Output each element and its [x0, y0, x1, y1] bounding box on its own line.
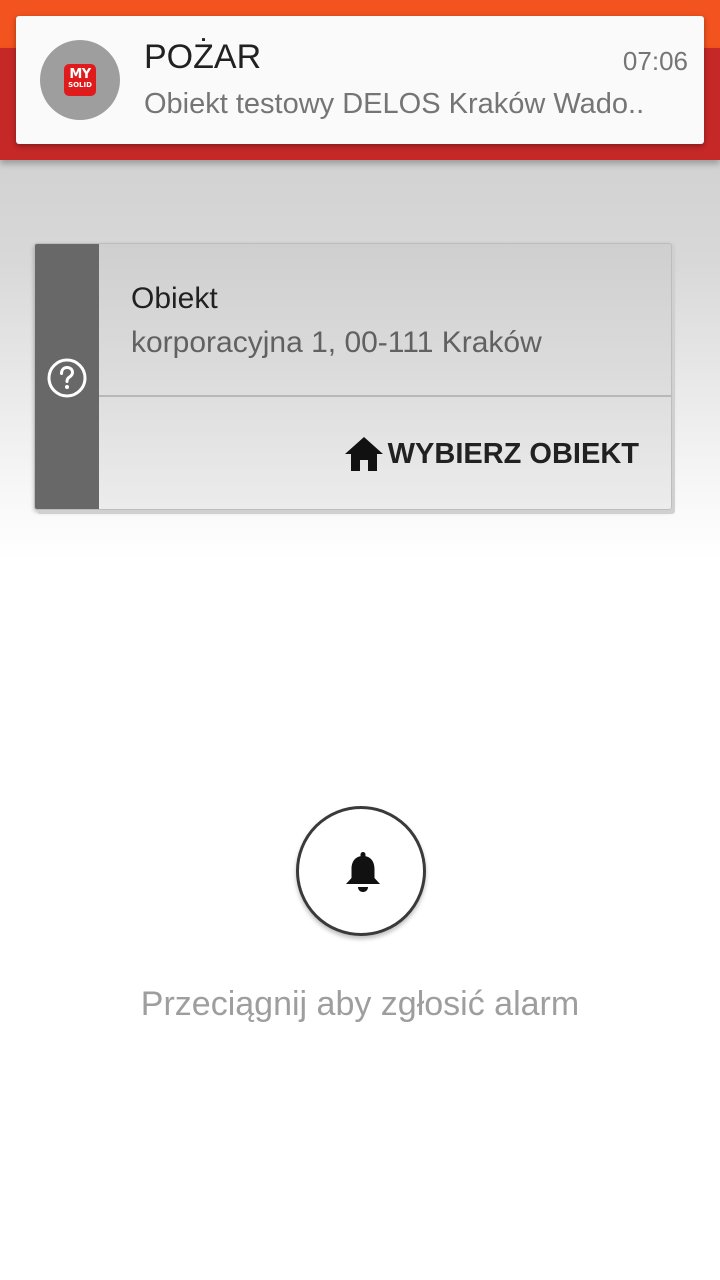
notification-app-avatar: MY SOLID: [40, 40, 120, 120]
home-icon: [344, 437, 383, 471]
notification-title: POŻAR: [144, 38, 262, 76]
alarm-slider-handle[interactable]: [296, 806, 426, 936]
card-divider: [99, 395, 671, 397]
select-object-label: WYBIERZ OBIEKT: [387, 437, 639, 470]
heads-up-notification[interactable]: MY SOLID POŻAR 07:06 Obiekt testowy DELO…: [16, 16, 704, 144]
bell-icon: [346, 852, 380, 892]
logo-text-line1: MY: [69, 67, 91, 82]
object-title: Obiekt: [131, 282, 218, 315]
screen: MY SOLID POŻAR 07:06 Obiekt testowy DELO…: [0, 0, 720, 1280]
object-card: Obiekt korporacyjna 1, 00-111 Kraków WYB…: [34, 243, 672, 510]
logo-text-line2: SOLID: [68, 81, 92, 89]
object-status-strip: [35, 244, 99, 509]
notification-text: Obiekt testowy DELOS Kraków Wado..: [144, 88, 645, 120]
notification-time: 07:06: [622, 46, 688, 76]
select-object-button[interactable]: WYBIERZ OBIEKT: [344, 434, 639, 474]
alarm-hint-text: Przeciągnij aby zgłosić alarm: [140, 985, 580, 1023]
question-circle-icon: [47, 358, 87, 398]
object-address: korporacyjna 1, 00-111 Kraków: [131, 326, 542, 359]
mysolid-logo-icon: MY SOLID: [64, 64, 96, 96]
